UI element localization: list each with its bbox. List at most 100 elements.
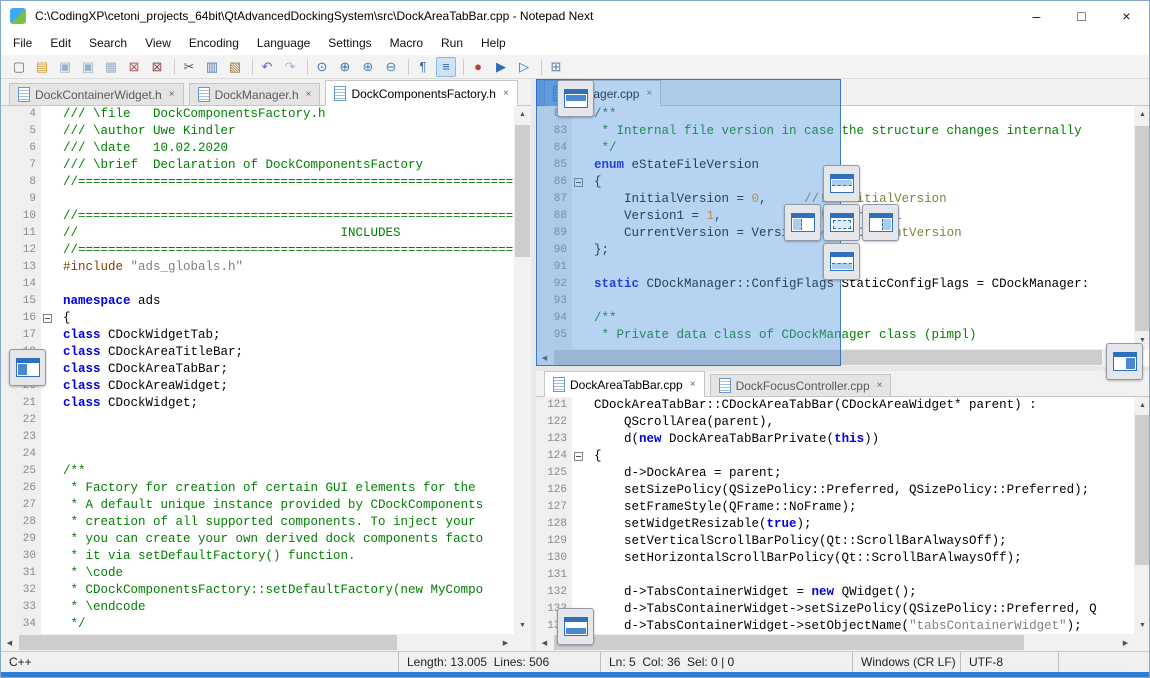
copy-icon[interactable]: ▥ <box>202 57 222 77</box>
close-all-icon[interactable]: ⊠ <box>147 57 167 77</box>
code-text[interactable]: QScrollArea(parent), <box>585 414 1134 431</box>
code-text[interactable]: setHorizontalScrollBarPolicy(Qt::ScrollB… <box>585 550 1134 567</box>
code-text[interactable]: /// \file DockComponentsFactory.h <box>54 106 514 123</box>
code-text[interactable] <box>54 429 514 446</box>
menu-file[interactable]: File <box>4 33 41 53</box>
menu-search[interactable]: Search <box>80 33 136 53</box>
cut-icon[interactable]: ✂ <box>179 57 199 77</box>
paste-icon[interactable]: ▧ <box>225 57 245 77</box>
menu-edit[interactable]: Edit <box>41 33 80 53</box>
menu-view[interactable]: View <box>136 33 180 53</box>
code-text[interactable] <box>54 191 514 208</box>
container-drop-indicator-bottom-icon[interactable] <box>557 608 594 645</box>
code-text[interactable]: * you can create your own derived dock c… <box>54 531 514 548</box>
find-icon[interactable]: ⊙ <box>312 57 332 77</box>
drop-indicator-left-icon[interactable] <box>784 204 821 241</box>
record-macro-icon[interactable]: ● <box>468 57 488 77</box>
code-text[interactable]: class CDockAreaWidget; <box>54 378 514 395</box>
code-text[interactable]: class CDockAreaTitleBar; <box>54 344 514 361</box>
scrollbar-thumb[interactable] <box>1135 415 1150 565</box>
scroll-up-arrow-icon[interactable] <box>514 106 531 123</box>
code-text[interactable]: class CDockWidgetTab; <box>54 327 514 344</box>
drop-indicator-center-icon[interactable] <box>823 204 860 241</box>
code-text[interactable]: { <box>54 310 514 327</box>
undo-icon[interactable]: ↶ <box>257 57 277 77</box>
code-text[interactable]: d->TabsContainerWidget->setObjectName("t… <box>585 618 1134 634</box>
code-text[interactable]: setWidgetResizable(true); <box>585 516 1134 533</box>
code-text[interactable]: d->TabsContainerWidget = new QWidget(); <box>585 584 1134 601</box>
tab-dockareatabbar-cpp[interactable]: DockAreaTabBar.cpp× <box>544 371 705 397</box>
scrollbar-thumb[interactable] <box>19 635 397 650</box>
tab-dockmanager-h[interactable]: DockManager.h× <box>189 83 321 105</box>
drop-indicator-bottom-icon[interactable] <box>823 243 860 280</box>
container-drop-indicator-right-icon[interactable] <box>1106 343 1143 380</box>
show-all-characters-icon[interactable]: ¶ <box>413 57 433 77</box>
tab-close-icon[interactable]: × <box>169 89 175 100</box>
bottom-right-editor-vertical-scrollbar[interactable] <box>1134 397 1150 634</box>
close-file-icon[interactable]: ⊠ <box>124 57 144 77</box>
code-text[interactable]: CDockAreaTabBar::CDockAreaTabBar(CDockAr… <box>585 397 1134 414</box>
code-text[interactable]: /// \brief Declaration of DockComponents… <box>54 157 514 174</box>
scroll-up-arrow-icon[interactable] <box>1134 397 1150 414</box>
scroll-left-arrow-icon[interactable] <box>1 634 18 651</box>
code-text[interactable]: setFrameStyle(QFrame::NoFrame); <box>585 499 1134 516</box>
run-macro-multiple-icon[interactable]: ▷ <box>514 57 534 77</box>
scrollbar-thumb[interactable] <box>515 125 530 257</box>
code-text[interactable]: #include "ads_globals.h" <box>54 259 514 276</box>
replace-icon[interactable]: ⊕ <box>335 57 355 77</box>
code-text[interactable]: setSizePolicy(QSizePolicy::Preferred, QS… <box>585 482 1134 499</box>
code-text[interactable]: //======================================… <box>54 242 514 259</box>
menu-encoding[interactable]: Encoding <box>180 33 248 53</box>
scrollbar-thumb[interactable] <box>554 635 1024 650</box>
redo-icon[interactable]: ↷ <box>280 57 300 77</box>
code-text[interactable]: * CDockComponentsFactory::setDefaultFact… <box>54 582 514 599</box>
maximize-button[interactable]: □ <box>1059 1 1104 31</box>
tab-close-icon[interactable]: × <box>877 380 883 391</box>
tab-close-icon[interactable]: × <box>306 89 312 100</box>
scroll-right-arrow-icon[interactable] <box>1117 634 1134 651</box>
minimize-button[interactable]: – <box>1014 1 1059 31</box>
code-text[interactable]: class CDockWidget; <box>54 395 514 412</box>
tab-dockfocuscontroller-cpp[interactable]: DockFocusController.cpp× <box>710 374 892 396</box>
zoom-out-icon[interactable]: ⊖ <box>381 57 401 77</box>
code-text[interactable]: d->DockArea = parent; <box>585 465 1134 482</box>
left-editor-horizontal-scrollbar[interactable] <box>1 634 514 651</box>
word-wrap-icon[interactable]: ≡ <box>436 57 456 77</box>
code-text[interactable]: * Factory for creation of certain GUI el… <box>54 480 514 497</box>
tab-close-icon[interactable]: × <box>690 379 696 390</box>
scrollbar-thumb[interactable] <box>1135 126 1150 331</box>
scroll-down-arrow-icon[interactable] <box>1134 617 1150 634</box>
code-text[interactable]: setVerticalScrollBarPolicy(Qt::ScrollBar… <box>585 533 1134 550</box>
menu-macro[interactable]: Macro <box>381 33 432 53</box>
save-all-icon[interactable]: ▦ <box>101 57 121 77</box>
fold-marker[interactable] <box>574 452 583 461</box>
code-text[interactable]: /// \author Uwe Kindler <box>54 123 514 140</box>
code-text[interactable]: * \code <box>54 565 514 582</box>
container-drop-indicator-left-icon[interactable] <box>9 349 46 386</box>
code-text[interactable] <box>585 567 1134 584</box>
code-text[interactable]: d->TabsContainerWidget->setSizePolicy(QS… <box>585 601 1134 618</box>
code-text[interactable]: * A default unique instance provided by … <box>54 497 514 514</box>
code-text[interactable] <box>54 412 514 429</box>
menu-settings[interactable]: Settings <box>319 33 380 53</box>
menu-language[interactable]: Language <box>248 33 319 53</box>
save-file-icon[interactable]: ▣ <box>55 57 75 77</box>
code-text[interactable]: */ <box>54 616 514 633</box>
bottom-right-editor[interactable]: 121CDockAreaTabBar::CDockAreaTabBar(CDoc… <box>536 397 1134 634</box>
scroll-left-arrow-icon[interactable] <box>536 634 553 651</box>
tab-dockcomponentsfactory-h[interactable]: DockComponentsFactory.h× <box>325 80 517 106</box>
scroll-right-arrow-icon[interactable] <box>497 634 514 651</box>
docking-configuration-icon[interactable]: ⊞ <box>546 57 566 77</box>
menu-help[interactable]: Help <box>472 33 515 53</box>
code-text[interactable]: * it via setDefaultFactory() function. <box>54 548 514 565</box>
fold-marker[interactable] <box>43 314 52 323</box>
zoom-in-icon[interactable]: ⊕ <box>358 57 378 77</box>
code-text[interactable]: // INCLUDES <box>54 225 514 242</box>
code-text[interactable] <box>54 276 514 293</box>
code-text[interactable]: class CDockAreaTabBar; <box>54 361 514 378</box>
code-text[interactable]: namespace ads <box>54 293 514 310</box>
code-text[interactable]: //======================================… <box>54 174 514 191</box>
code-text[interactable]: * creation of all supported components. … <box>54 514 514 531</box>
code-text[interactable]: //======================================… <box>54 208 514 225</box>
open-file-icon[interactable]: ▤ <box>32 57 52 77</box>
